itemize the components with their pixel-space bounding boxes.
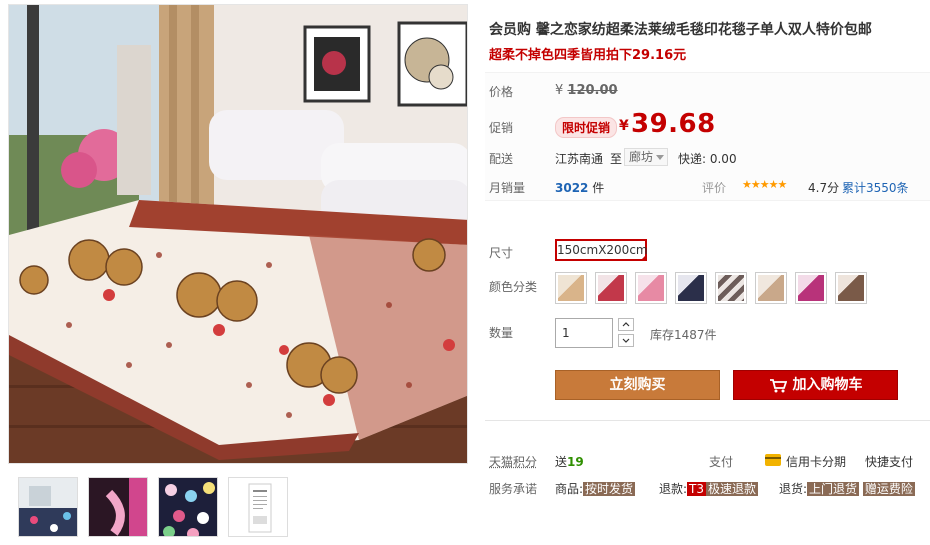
original-price-value: 120.00: [567, 83, 618, 98]
service-promise-label: 服务承诺: [489, 482, 538, 496]
thumbnail-image-1[interactable]: [18, 477, 78, 537]
thumbnail-strip: [18, 477, 288, 537]
rating-stars-icon: ★★★★★: [742, 178, 787, 191]
thumbnail-image-4[interactable]: [228, 477, 288, 537]
chevron-up-icon: [622, 322, 630, 327]
section-divider: [485, 420, 930, 421]
tmall-points-prefix: 送: [555, 455, 568, 469]
main-product-image[interactable]: [8, 4, 468, 464]
original-price: ¥ 120.00: [555, 83, 618, 98]
ship-from: 江苏南通: [555, 152, 604, 166]
quantity-decrease-button[interactable]: [618, 334, 634, 347]
quantity-label: 数量: [489, 326, 514, 340]
promise-goods-prefix: 商品:: [555, 482, 584, 496]
quantity-input[interactable]: [555, 318, 613, 348]
add-to-cart-button[interactable]: 加入购物车: [733, 370, 898, 400]
rating-score: 4.7分: [808, 181, 840, 195]
destination-select[interactable]: 廊坊: [624, 148, 668, 166]
total-reviews-link[interactable]: 累计3550条: [842, 179, 909, 196]
quantity-increase-button[interactable]: [618, 318, 634, 331]
tmall-points-label[interactable]: 天猫积分: [489, 453, 537, 470]
monthly-sales-label: 月销量: [489, 181, 526, 195]
thumbnail-image-3[interactable]: [158, 477, 218, 537]
promise-return-prefix: 退货:: [779, 482, 808, 496]
promise-goods-badge[interactable]: 按时发货: [583, 482, 636, 496]
original-price-currency: ¥: [555, 83, 564, 98]
credit-card-icon: [765, 454, 781, 466]
cart-icon: [769, 378, 787, 392]
product-title: 会员购 馨之恋家纺超柔法莱绒毛毯印花毯子单人双人特价包邮: [489, 22, 872, 38]
rating-label: 评价: [702, 181, 727, 195]
chevron-down-icon: [656, 155, 664, 160]
color-label: 颜色分类: [489, 280, 538, 294]
promise-return: 退货: 上门退货 赠运费险: [779, 480, 915, 497]
thumbnail-image-2[interactable]: [88, 477, 148, 537]
monthly-sales-count: 3022: [555, 181, 589, 195]
promo-tag: 限时促销: [555, 117, 618, 138]
color-swatch-7[interactable]: [795, 272, 827, 304]
promise-refund-prefix: 退款:: [659, 482, 688, 496]
express-fee: 快递: 0.00: [678, 152, 737, 166]
size-label: 尺寸: [489, 246, 514, 260]
promo-currency: ¥: [619, 118, 629, 134]
credit-installment[interactable]: 信用卡分期: [786, 453, 846, 470]
color-swatch-6[interactable]: [755, 272, 787, 304]
monthly-sales-unit: 件: [592, 181, 605, 195]
price-label: 价格: [489, 85, 514, 99]
shipping-label: 配送: [489, 152, 514, 166]
monthly-sales: 3022 件: [555, 179, 604, 196]
ship-to-word: 至: [610, 152, 623, 166]
quick-pay[interactable]: 快捷支付: [865, 453, 913, 470]
color-swatch-2[interactable]: [595, 272, 627, 304]
chevron-down-icon: [622, 338, 630, 343]
color-swatch-1[interactable]: [555, 272, 587, 304]
destination-value: 廊坊: [629, 150, 654, 164]
color-swatch-5[interactable]: [715, 272, 747, 304]
promise-refund: 退款: T3 极速退款: [659, 480, 759, 497]
buy-now-button[interactable]: 立刻购买: [555, 370, 720, 400]
add-to-cart-label: 加入购物车: [792, 377, 863, 393]
stock-count: 库存1487件: [650, 328, 717, 342]
color-swatch-4[interactable]: [675, 272, 707, 304]
tmall-points: 送19: [555, 453, 584, 470]
promo-label: 促销: [489, 121, 514, 135]
promise-goods: 商品: 按时发货: [555, 480, 636, 497]
size-option-selected[interactable]: 150cmX200cm: [555, 239, 648, 261]
promise-refund-t3-badge[interactable]: T3: [687, 482, 707, 496]
color-swatch-8[interactable]: [835, 272, 867, 304]
promise-return-badge-2[interactable]: 赠运费险: [862, 482, 915, 496]
promise-return-badge[interactable]: 上门退货: [807, 482, 860, 496]
promo-price: 39.68: [631, 109, 716, 139]
payment-label: 支付: [709, 455, 734, 469]
product-subtitle: 超柔不掉色四季皆用拍下29.16元: [489, 48, 687, 63]
color-swatch-3[interactable]: [635, 272, 667, 304]
color-swatches: [555, 272, 867, 304]
promise-refund-badge[interactable]: 极速退款: [706, 482, 759, 496]
tmall-points-value: 19: [567, 455, 584, 469]
